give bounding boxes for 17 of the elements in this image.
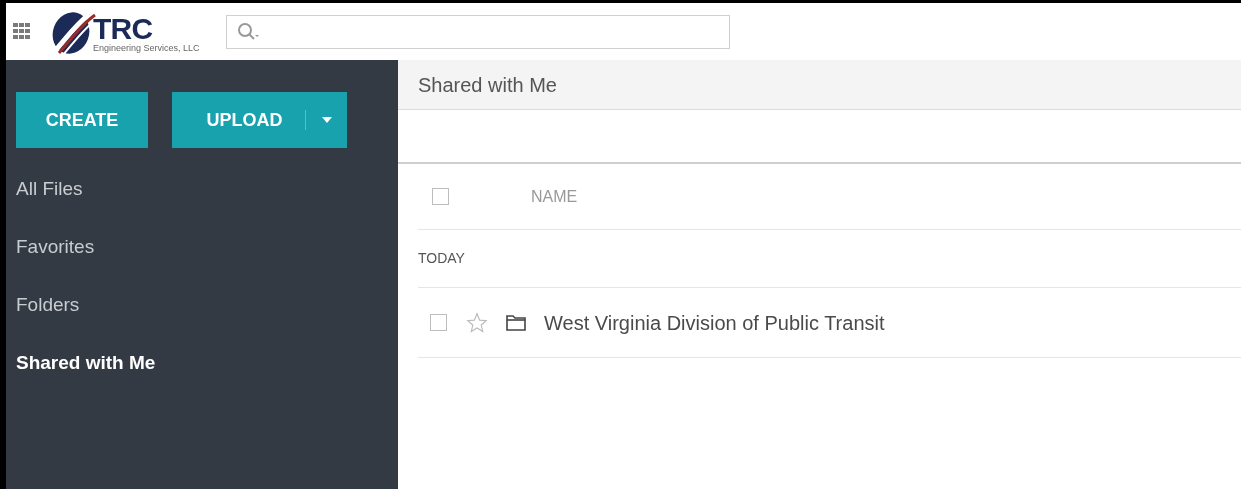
logo-subtitle: Engineering Services, LLC (93, 43, 200, 53)
file-name[interactable]: West Virginia Division of Public Transit (544, 307, 885, 338)
search-icon (236, 21, 259, 42)
page-title: Shared with Me (418, 72, 557, 98)
sidebar-item[interactable]: Folders (16, 290, 80, 320)
star-icon[interactable] (466, 311, 488, 334)
sidebar-item[interactable]: All Files (16, 174, 83, 204)
logo-title: TRC (93, 13, 153, 44)
folder-icon (506, 314, 526, 331)
search-field[interactable] (225, 14, 730, 49)
app-grid-icon[interactable] (13, 23, 30, 40)
checkbox[interactable] (432, 188, 449, 205)
checkbox[interactable] (430, 314, 447, 331)
group-label: TODAY (418, 249, 465, 268)
sidebar-item[interactable]: Shared with Me (16, 348, 156, 378)
caret-icon (321, 117, 332, 123)
sidebar-item[interactable]: Favorites (16, 232, 95, 262)
